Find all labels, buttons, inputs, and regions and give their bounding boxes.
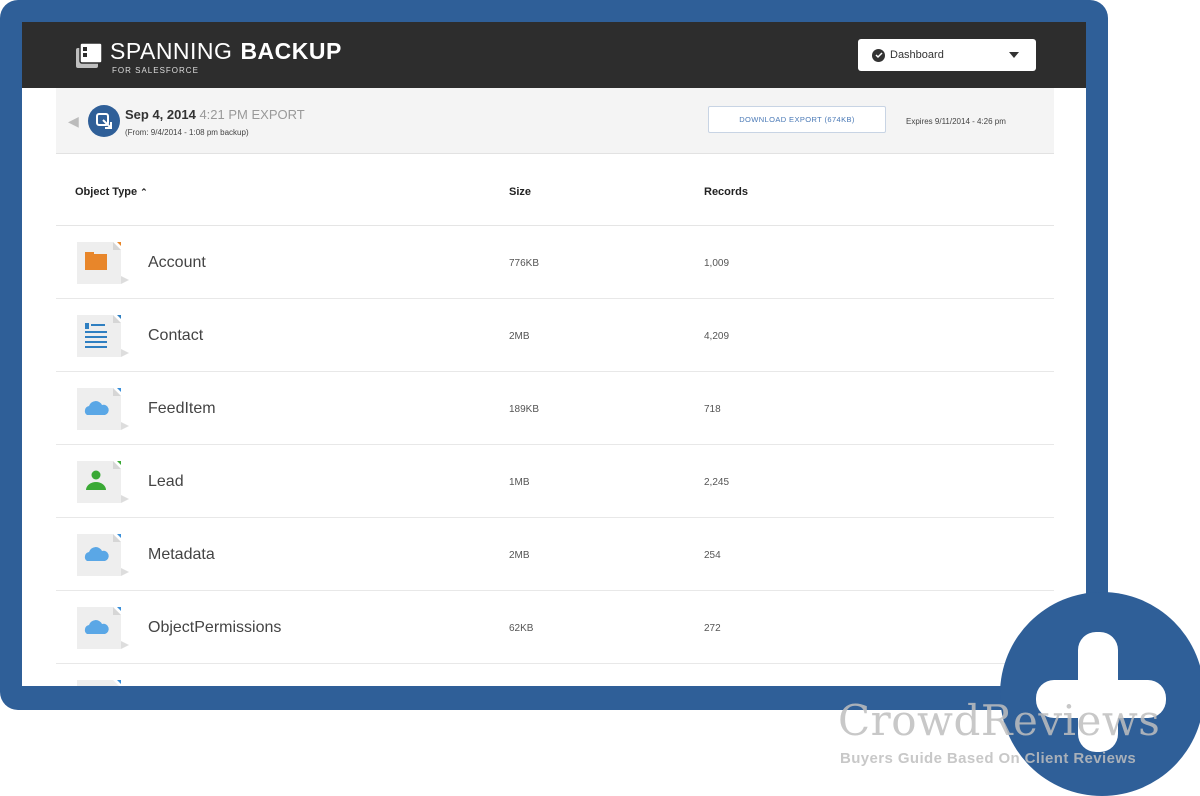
object-size: 2MB: [509, 550, 530, 561]
export-expiry: Expires 9/11/2014 - 4:26 pm: [906, 117, 1006, 126]
document-icon: [77, 680, 121, 686]
export-source: (From: 9/4/2014 - 1:08 pm backup): [125, 128, 249, 137]
table-row[interactable]: Metadata 2MB 254: [56, 518, 1054, 591]
dashboard-dropdown-label: Dashboard: [890, 49, 944, 61]
object-size: 2MB: [509, 331, 530, 342]
object-size: 1MB: [509, 477, 530, 488]
spanning-logo-icon: [76, 42, 103, 68]
object-records: 254: [704, 550, 721, 561]
object-records: 272: [704, 623, 721, 634]
object-type-name: Metadata: [148, 546, 215, 563]
chevron-down-icon: [1009, 52, 1019, 58]
object-records: 718: [704, 404, 721, 415]
cloud-icon: [77, 388, 129, 430]
table-row[interactable]: [56, 664, 1054, 686]
check-circle-icon: [872, 48, 885, 62]
table-row[interactable]: ObjectPermissions 62KB 272: [56, 591, 1054, 664]
object-type-name: Contact: [148, 327, 204, 344]
download-export-button[interactable]: DOWNLOAD EXPORT (674KB): [708, 106, 886, 133]
table-row[interactable]: Contact 2MB 4,209: [56, 299, 1054, 372]
back-arrow-icon[interactable]: ◀: [68, 113, 79, 130]
object-type-name: Lead: [148, 473, 184, 490]
device-frame: SPANNING BACKUP FOR SALESFORCE Dashboard…: [0, 0, 1108, 710]
object-size: 776KB: [509, 258, 540, 269]
object-type-name: ObjectPermissions: [148, 619, 282, 636]
object-table: Object Type ⌃ Size Records Account 776KB …: [56, 154, 1054, 686]
export-date: Sep 4, 2014: [125, 107, 196, 122]
dashboard-dropdown[interactable]: Dashboard: [858, 39, 1036, 71]
app-header: SPANNING BACKUP FOR SALESFORCE Dashboard: [22, 22, 1086, 88]
export-title: Sep 4, 2014 4:21 PM EXPORT: [125, 107, 305, 122]
table-row[interactable]: FeedItem 189KB 718: [56, 372, 1054, 445]
column-header-object-type[interactable]: Object Type ⌃: [75, 186, 148, 198]
export-summary-bar: ◀ Sep 4, 2014 4:21 PM EXPORT (From: 9/4/…: [56, 88, 1054, 154]
object-records: 1,009: [704, 258, 730, 269]
object-type-name: Account: [148, 254, 206, 271]
spanning-logo[interactable]: SPANNING BACKUP FOR SALESFORCE: [74, 38, 342, 75]
export-time: 4:21 PM EXPORT: [199, 107, 305, 122]
person-icon: [77, 461, 129, 503]
cloud-icon: [77, 607, 129, 649]
app-screen: SPANNING BACKUP FOR SALESFORCE Dashboard…: [22, 22, 1086, 686]
brand-subtitle: FOR SALESFORCE: [112, 66, 199, 75]
object-size: 62KB: [509, 623, 534, 634]
object-records: 2,245: [704, 477, 730, 488]
brand-name: SPANNING: [110, 38, 233, 64]
cloud-icon: [77, 534, 129, 576]
export-icon: [88, 105, 120, 137]
watermark-title: CrowdReviews: [838, 696, 1161, 745]
column-header-label: Object Type: [75, 186, 138, 198]
table-header: Object Type ⌃ Size Records: [56, 154, 1054, 226]
sort-ascending-icon: ⌃: [140, 187, 148, 197]
table-row[interactable]: Lead 1MB 2,245: [56, 445, 1054, 518]
object-type-name: FeedItem: [148, 400, 216, 417]
column-header-size[interactable]: Size: [509, 186, 531, 198]
folder-icon: [77, 242, 129, 284]
watermark-subtitle: Buyers Guide Based On Client Reviews: [840, 750, 1137, 767]
contact-card-icon: [77, 315, 129, 357]
object-records: 4,209: [704, 331, 730, 342]
object-size: 189KB: [509, 404, 540, 415]
column-header-records[interactable]: Records: [704, 186, 748, 198]
brand-name-bold: BACKUP: [240, 38, 342, 64]
table-row[interactable]: Account 776KB 1,009: [56, 226, 1054, 299]
